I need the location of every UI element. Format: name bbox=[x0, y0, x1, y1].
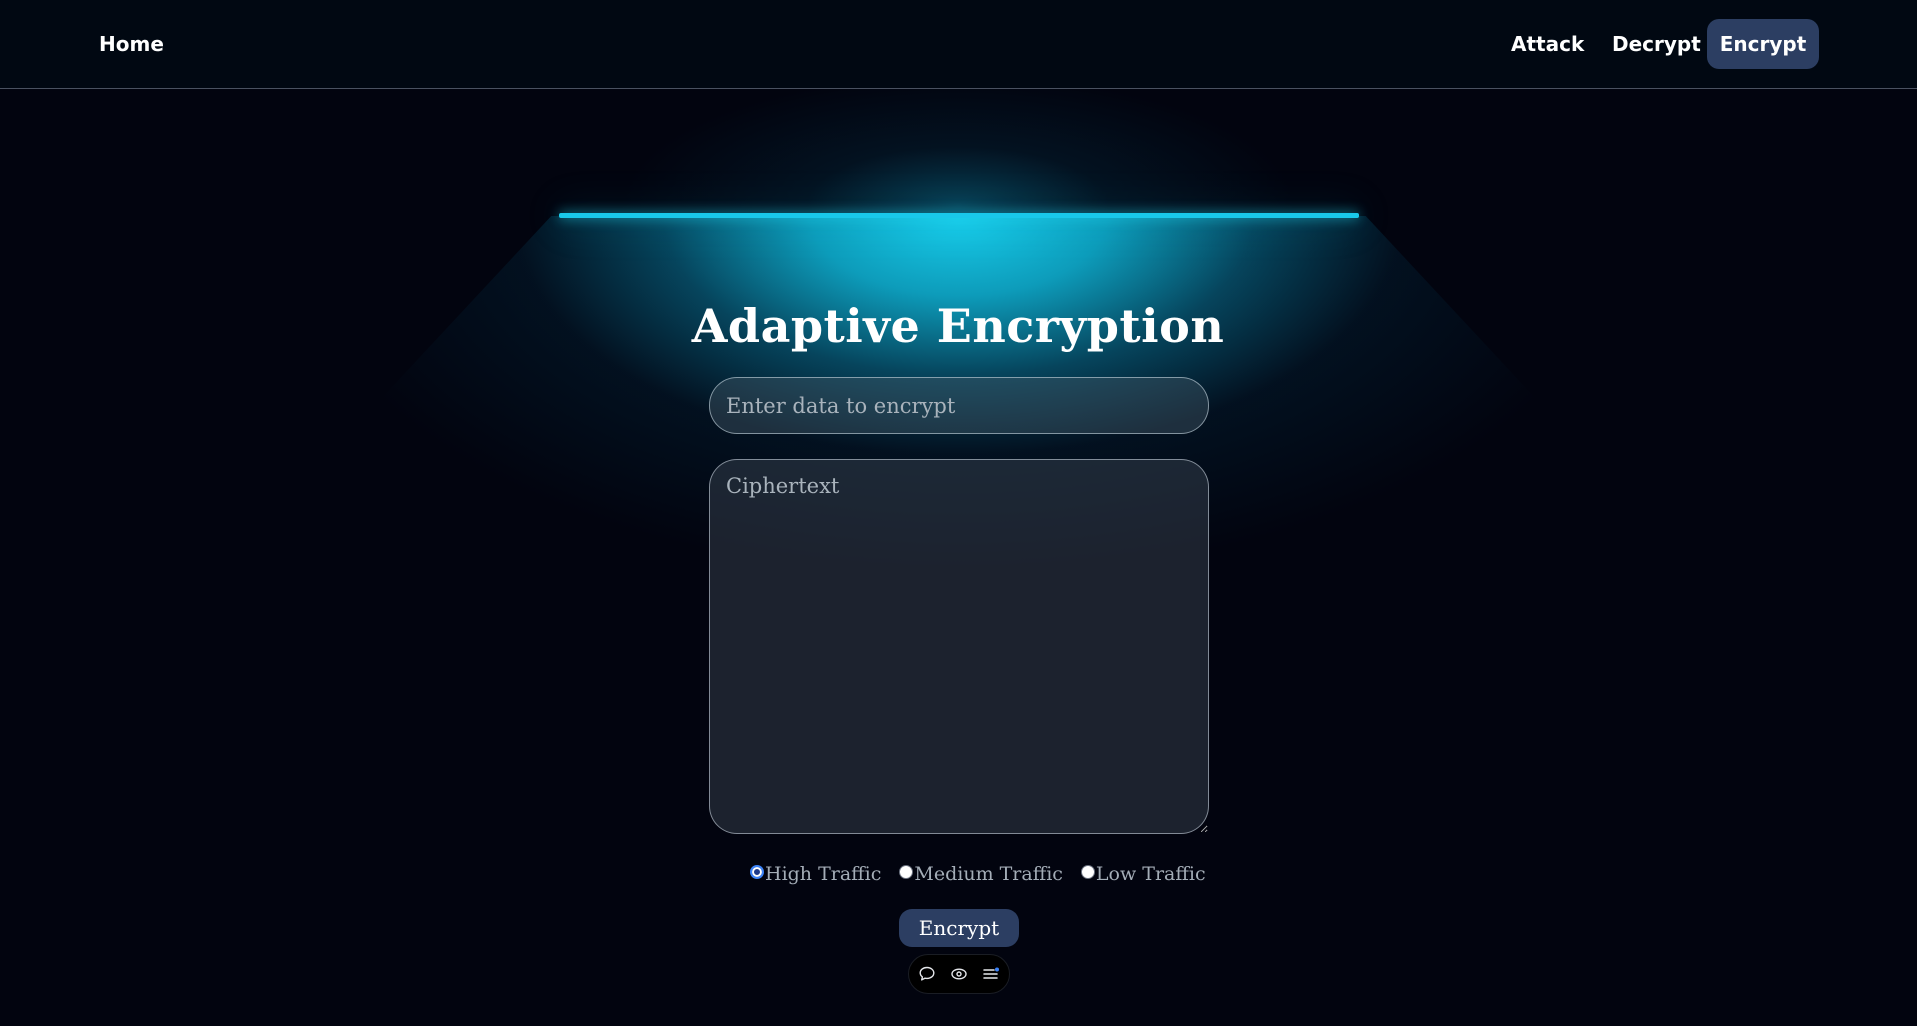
eye-icon[interactable] bbox=[948, 963, 970, 985]
low-traffic-option[interactable]: Low Traffic bbox=[1080, 863, 1206, 885]
page-title: Adaptive Encryption bbox=[691, 299, 1225, 353]
top-nav: Home Attack Decrypt Encrypt bbox=[0, 0, 1917, 89]
traffic-radio-group: High Traffic Medium Traffic Low Traffic bbox=[750, 860, 1206, 888]
medium-traffic-label: Medium Traffic bbox=[914, 863, 1063, 885]
chat-bubble-icon[interactable] bbox=[916, 963, 938, 985]
nav-home-link[interactable]: Home bbox=[79, 19, 184, 69]
medium-traffic-option[interactable]: Medium Traffic bbox=[899, 863, 1063, 885]
low-traffic-label: Low Traffic bbox=[1095, 863, 1206, 885]
nav-encrypt-link[interactable]: Encrypt bbox=[1707, 19, 1819, 69]
menu-icon[interactable] bbox=[980, 963, 1002, 985]
high-traffic-label: High Traffic bbox=[765, 863, 882, 885]
floating-toolbar bbox=[908, 954, 1010, 994]
high-traffic-option[interactable]: High Traffic bbox=[750, 863, 881, 885]
data-to-encrypt-input[interactable] bbox=[709, 377, 1209, 434]
medium-traffic-radio[interactable] bbox=[899, 865, 914, 879]
low-traffic-radio[interactable] bbox=[1080, 865, 1095, 879]
lamp-line bbox=[559, 213, 1359, 218]
ciphertext-textarea[interactable] bbox=[709, 459, 1209, 834]
encrypt-button[interactable]: Encrypt bbox=[899, 909, 1019, 947]
page: Home Attack Decrypt Encrypt Adaptive Enc… bbox=[0, 0, 1917, 1026]
high-traffic-radio[interactable] bbox=[750, 865, 764, 879]
nav-attack-link[interactable]: Attack bbox=[1491, 19, 1604, 69]
nav-decrypt-link[interactable]: Decrypt bbox=[1592, 19, 1721, 69]
